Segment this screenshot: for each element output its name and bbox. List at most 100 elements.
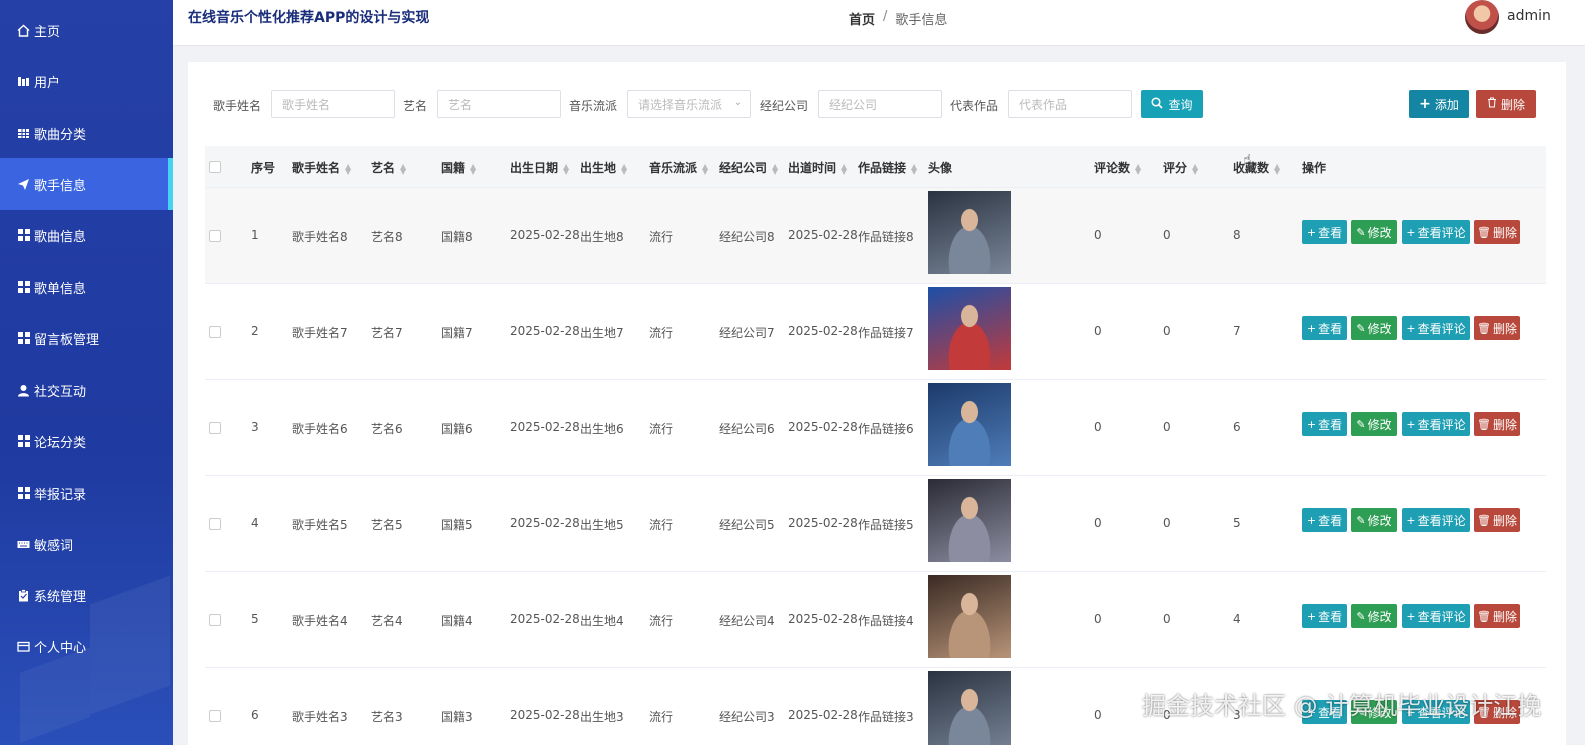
- sidebar-item-home[interactable]: 主页: [0, 4, 173, 56]
- sidebar-item-forum-category[interactable]: 论坛分类: [0, 415, 173, 467]
- view-button[interactable]: + 查看: [1302, 412, 1347, 436]
- view-comments-button[interactable]: + 查看评论: [1402, 508, 1470, 532]
- singer-avatar-image[interactable]: [928, 479, 1011, 562]
- sort-icon[interactable]: ▲ ▼: [911, 162, 917, 175]
- sort-icon[interactable]: ▲ ▼: [1192, 162, 1198, 175]
- sort-icon[interactable]: ▲ ▼: [841, 162, 847, 175]
- cell-debut: 2025-02-28: [788, 708, 858, 722]
- column-header-birth-date[interactable]: 出生日期 ▲ ▼: [510, 159, 569, 176]
- sidebar-item-song-category[interactable]: 歌曲分类: [0, 107, 173, 159]
- column-header-debut[interactable]: 出道时间 ▲ ▼: [788, 159, 847, 176]
- row-checkbox[interactable]: [209, 422, 221, 434]
- edit-button[interactable]: ✎ 修改: [1351, 412, 1397, 436]
- column-header-works-link[interactable]: 作品链接 ▲ ▼: [858, 159, 917, 176]
- keyboard-icon: [17, 538, 30, 551]
- sidebar-item-personal-center[interactable]: 个人中心: [0, 620, 173, 672]
- edit-button[interactable]: ✎ 修改: [1351, 508, 1397, 532]
- singer-avatar-image[interactable]: [928, 575, 1011, 658]
- query-button[interactable]: 查询: [1141, 90, 1203, 118]
- sidebar-item-song-info[interactable]: 歌曲信息: [0, 209, 173, 261]
- edit-icon: ✎: [1356, 225, 1366, 239]
- user-name[interactable]: admin: [1507, 8, 1551, 24]
- sort-icon[interactable]: ▲ ▼: [1135, 162, 1141, 175]
- sort-icon[interactable]: ▲ ▼: [345, 162, 351, 175]
- select-all-checkbox[interactable]: [209, 161, 221, 173]
- column-header-comments[interactable]: 评论数 ▲ ▼: [1094, 159, 1141, 176]
- sidebar-item-social[interactable]: 社交互动: [0, 364, 173, 416]
- batch-delete-button[interactable]: 删除: [1476, 90, 1536, 118]
- view-button[interactable]: + 查看: [1302, 316, 1347, 340]
- sidebar-item-label: 歌曲分类: [34, 127, 87, 143]
- column-header-label: 作品链接: [858, 161, 907, 175]
- column-header-genre[interactable]: 音乐流派 ▲ ▼: [649, 159, 708, 176]
- app-title: 在线音乐个性化推荐APP的设计与实现: [188, 10, 430, 26]
- column-header-label: 出道时间: [788, 161, 837, 175]
- view-button[interactable]: + 查看: [1302, 604, 1347, 628]
- view-comments-button[interactable]: + 查看评论: [1402, 604, 1470, 628]
- sidebar-item-users[interactable]: 用户: [0, 55, 173, 107]
- delete-button[interactable]: 🗑 删除: [1474, 508, 1520, 532]
- singer-name-input[interactable]: 歌手姓名: [271, 90, 395, 118]
- sidebar-item-singer-info[interactable]: 歌手信息: [0, 158, 173, 210]
- sort-icon[interactable]: ▲ ▼: [702, 162, 708, 175]
- view-comments-button[interactable]: + 查看评论: [1402, 220, 1470, 244]
- sidebar-item-system-management[interactable]: 系统管理: [0, 569, 173, 621]
- column-header-singer-name[interactable]: 歌手姓名 ▲ ▼: [292, 159, 351, 176]
- singer-avatar-image[interactable]: [928, 383, 1011, 466]
- view-comments-button[interactable]: + 查看评论: [1402, 412, 1470, 436]
- singer-avatar-image[interactable]: [928, 671, 1011, 745]
- delete-button[interactable]: 🗑 删除: [1474, 220, 1520, 244]
- edit-button-label: 修改: [1367, 513, 1392, 528]
- view-button-label: 查看: [1318, 417, 1343, 432]
- delete-button[interactable]: 🗑 删除: [1474, 412, 1520, 436]
- column-header-label: 歌手姓名: [292, 161, 341, 175]
- delete-button[interactable]: 🗑 删除: [1474, 316, 1520, 340]
- avatar[interactable]: [1465, 0, 1499, 34]
- sidebar-item-message-board[interactable]: 留言板管理: [0, 312, 173, 364]
- singer-avatar-image[interactable]: [928, 191, 1011, 274]
- stage-name-input[interactable]: 艺名: [437, 90, 561, 118]
- row-checkbox[interactable]: [209, 518, 221, 530]
- sidebar-item-playlist-info[interactable]: 歌单信息: [0, 261, 173, 313]
- edit-button[interactable]: ✎ 修改: [1351, 604, 1397, 628]
- sort-icon[interactable]: ▲ ▼: [400, 162, 406, 175]
- works-input[interactable]: 代表作品: [1008, 90, 1132, 118]
- sort-icon[interactable]: ▲ ▼: [1274, 162, 1280, 175]
- view-comments-button-label: 查看评论: [1417, 417, 1466, 432]
- column-header-company[interactable]: 经纪公司 ▲ ▼: [719, 159, 778, 176]
- view-button[interactable]: + 查看: [1302, 220, 1347, 244]
- company-input[interactable]: 经纪公司: [818, 90, 942, 118]
- sort-icon[interactable]: ▲ ▼: [470, 162, 476, 175]
- row-checkbox[interactable]: [209, 326, 221, 338]
- sidebar-item-sensitive-words[interactable]: 敏感词: [0, 518, 173, 570]
- breadcrumb-home[interactable]: 首页: [849, 9, 875, 28]
- grid-icon: [17, 435, 30, 448]
- cell-score: 0: [1163, 516, 1171, 530]
- sidebar-item-label: 歌手信息: [34, 178, 87, 194]
- sort-icon[interactable]: ▲ ▼: [772, 162, 778, 175]
- row-checkbox[interactable]: [209, 710, 221, 722]
- edit-button[interactable]: ✎ 修改: [1351, 220, 1397, 244]
- row-checkbox[interactable]: [209, 614, 221, 626]
- column-header-favorites[interactable]: 收藏数 ▲ ▼: [1233, 159, 1280, 176]
- cell-singer-name: 歌手姓名5: [292, 518, 348, 532]
- sort-icon[interactable]: ▲ ▼: [621, 162, 627, 175]
- column-header-nationality[interactable]: 国籍 ▲ ▼: [441, 159, 476, 176]
- grid-icon: [17, 229, 30, 242]
- sort-icon[interactable]: ▲ ▼: [563, 162, 569, 175]
- edit-button[interactable]: ✎ 修改: [1351, 316, 1397, 340]
- delete-button[interactable]: 🗑 删除: [1474, 604, 1520, 628]
- column-header-score[interactable]: 评分 ▲ ▼: [1163, 159, 1198, 176]
- column-header-stage-name[interactable]: 艺名 ▲ ▼: [371, 159, 406, 176]
- column-header-label: 评论数: [1094, 161, 1131, 175]
- singer-avatar-image[interactable]: [928, 287, 1011, 370]
- view-button[interactable]: + 查看: [1302, 508, 1347, 532]
- sidebar-item-label: 歌曲信息: [34, 229, 87, 245]
- cell-favorites: 5: [1233, 516, 1241, 530]
- view-comments-button[interactable]: + 查看评论: [1402, 316, 1470, 340]
- row-checkbox[interactable]: [209, 230, 221, 242]
- add-button[interactable]: + 添加: [1409, 90, 1469, 118]
- column-header-birth-place[interactable]: 出生地 ▲ ▼: [580, 159, 627, 176]
- genre-select[interactable]: 请选择音乐流派 ⌄: [627, 90, 751, 118]
- sidebar-item-report-records[interactable]: 举报记录: [0, 467, 173, 519]
